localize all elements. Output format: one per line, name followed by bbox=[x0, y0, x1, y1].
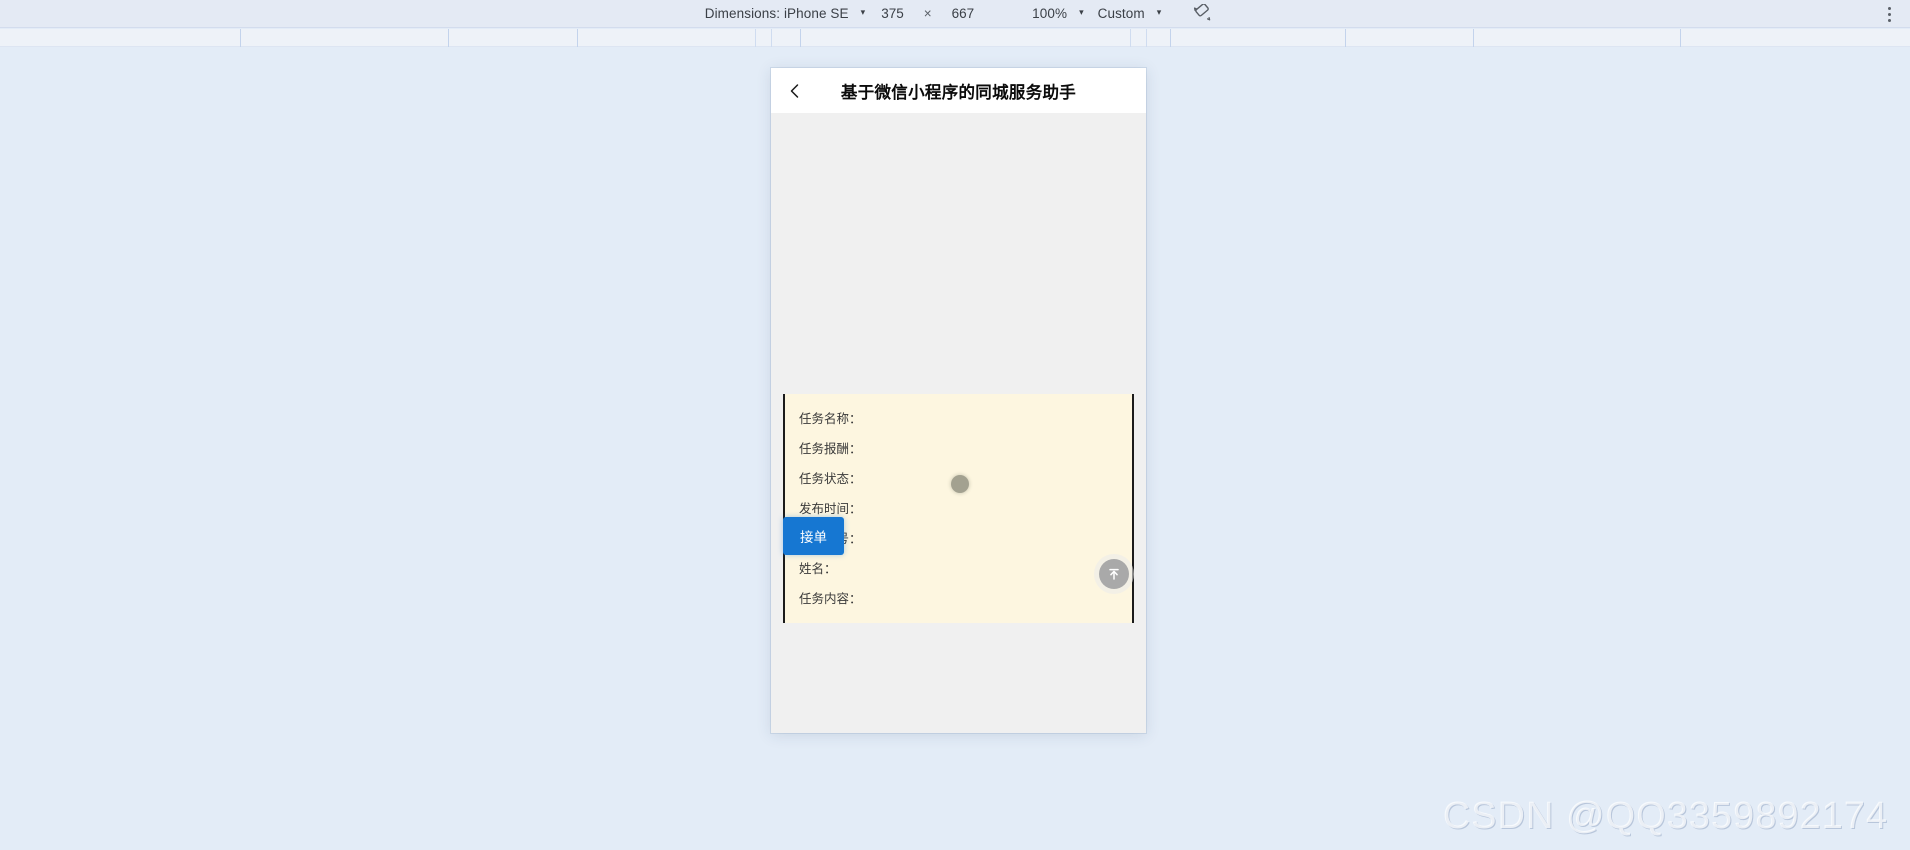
dimension-separator-icon: × bbox=[923, 5, 932, 21]
throttling-selector[interactable]: Custom ▾ bbox=[1090, 0, 1162, 28]
menu-dot bbox=[1887, 18, 1891, 22]
ruler-tick bbox=[1146, 29, 1147, 47]
touch-point-indicator bbox=[951, 475, 969, 493]
more-vertical-icon[interactable] bbox=[1878, 0, 1900, 28]
ruler-tick bbox=[1170, 29, 1171, 47]
viewport-height-input[interactable]: 667 bbox=[936, 0, 991, 28]
task-detail-panel: 任务名称： 任务报酬： 任务状态： 发布时间： 用户账号： 姓名： 任务内容： bbox=[783, 394, 1134, 623]
ruler-tick bbox=[800, 29, 801, 47]
menu-dot bbox=[1887, 12, 1891, 16]
ruler-tick bbox=[1130, 29, 1131, 47]
chevron-down-icon: ▾ bbox=[1079, 7, 1084, 17]
task-field-reward: 任务报酬： bbox=[799, 442, 862, 456]
ruler-tick bbox=[1345, 29, 1346, 47]
ruler-tick bbox=[755, 29, 756, 47]
rotate-icon[interactable] bbox=[1191, 3, 1213, 25]
ruler-tick bbox=[240, 29, 241, 47]
app-header: 基于微信小程序的同城服务助手 bbox=[771, 68, 1146, 113]
device-emulation-toolbar: Dimensions: iPhone SE ▾ 375 × 667 100% ▾… bbox=[0, 0, 1910, 28]
zoom-selector[interactable]: 100% ▾ bbox=[1024, 0, 1083, 28]
device-preset-label: Dimensions: iPhone SE bbox=[704, 5, 849, 21]
task-field-content: 任务内容： bbox=[799, 592, 862, 606]
page-title: 基于微信小程序的同城服务助手 bbox=[840, 83, 1077, 102]
throttling-label: Custom bbox=[1097, 5, 1145, 21]
device-preset-selector[interactable]: Dimensions: iPhone SE ▾ bbox=[697, 0, 865, 28]
chevron-down-icon: ▾ bbox=[860, 7, 866, 17]
task-field-full-name: 姓名： bbox=[799, 562, 837, 576]
chevron-down-icon: ▾ bbox=[1156, 7, 1162, 17]
viewport-ruler bbox=[0, 29, 1910, 47]
ruler-tick bbox=[1680, 29, 1681, 47]
viewport-width-input[interactable]: 375 bbox=[865, 0, 920, 28]
back-to-top-button[interactable] bbox=[1099, 559, 1129, 589]
ruler-tick bbox=[771, 29, 772, 47]
device-viewport: 基于微信小程序的同城服务助手 任务名称： 任务报酬： 任务状态： 发布时间： 用… bbox=[771, 68, 1146, 733]
chevron-left-icon[interactable] bbox=[783, 79, 807, 103]
ruler-tick bbox=[577, 29, 578, 47]
accept-task-button[interactable]: 接单 bbox=[783, 517, 844, 555]
ruler-tick bbox=[1473, 29, 1474, 47]
ruler-tick bbox=[448, 29, 449, 47]
task-field-name: 任务名称： bbox=[799, 412, 862, 426]
app-content-area: 任务名称： 任务报酬： 任务状态： 发布时间： 用户账号： 姓名： 任务内容： … bbox=[771, 113, 1146, 733]
menu-dot bbox=[1887, 6, 1891, 10]
csdn-watermark: CSDN @QQ3359892174 bbox=[1442, 795, 1888, 837]
zoom-level-label: 100% bbox=[1032, 5, 1068, 21]
